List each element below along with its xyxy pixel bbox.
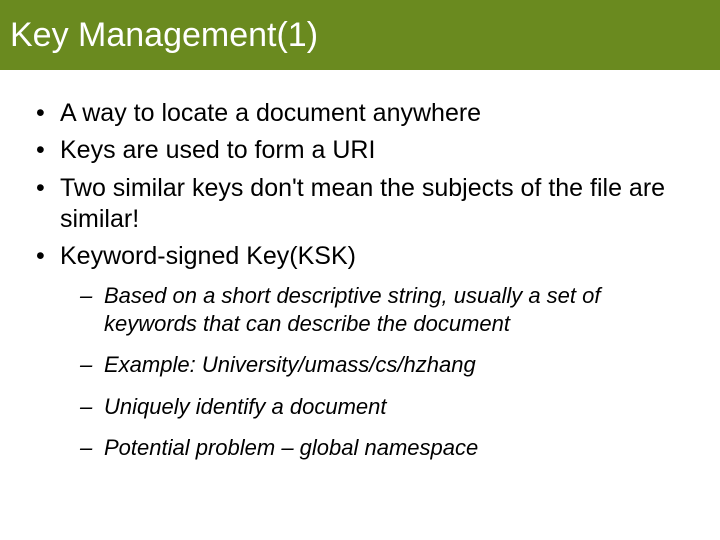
bullet-text: Keyword-signed Key(KSK) <box>60 242 356 270</box>
sub-bullet-text: Based on a short descriptive string, usu… <box>104 283 600 336</box>
list-item: Example: University/umass/cs/hzhang <box>80 351 690 379</box>
list-item: Uniquely identify a document <box>80 393 690 421</box>
list-item: Two similar keys don't mean the subjects… <box>30 173 690 236</box>
title-bar: Key Management(1) <box>0 0 720 70</box>
sub-bullet-text: Example: University/umass/cs/hzhang <box>104 352 476 377</box>
bullet-list: A way to locate a document anywhere Keys… <box>30 98 690 462</box>
list-item: Keys are used to form a URI <box>30 135 690 166</box>
sub-bullet-list: Based on a short descriptive string, usu… <box>60 282 690 462</box>
bullet-text: Keys are used to form a URI <box>60 136 375 164</box>
list-item: A way to locate a document anywhere <box>30 98 690 129</box>
bullet-text: Two similar keys don't mean the subjects… <box>60 174 665 233</box>
list-item: Keyword-signed Key(KSK) Based on a short… <box>30 241 690 462</box>
slide-title: Key Management(1) <box>10 16 318 55</box>
list-item: Based on a short descriptive string, usu… <box>80 282 690 337</box>
sub-bullet-text: Uniquely identify a document <box>104 394 387 419</box>
sub-bullet-text: Potential problem – global namespace <box>104 435 478 460</box>
bullet-text: A way to locate a document anywhere <box>60 99 481 127</box>
slide: Key Management(1) A way to locate a docu… <box>0 0 720 540</box>
list-item: Potential problem – global namespace <box>80 434 690 462</box>
slide-body: A way to locate a document anywhere Keys… <box>0 70 720 462</box>
